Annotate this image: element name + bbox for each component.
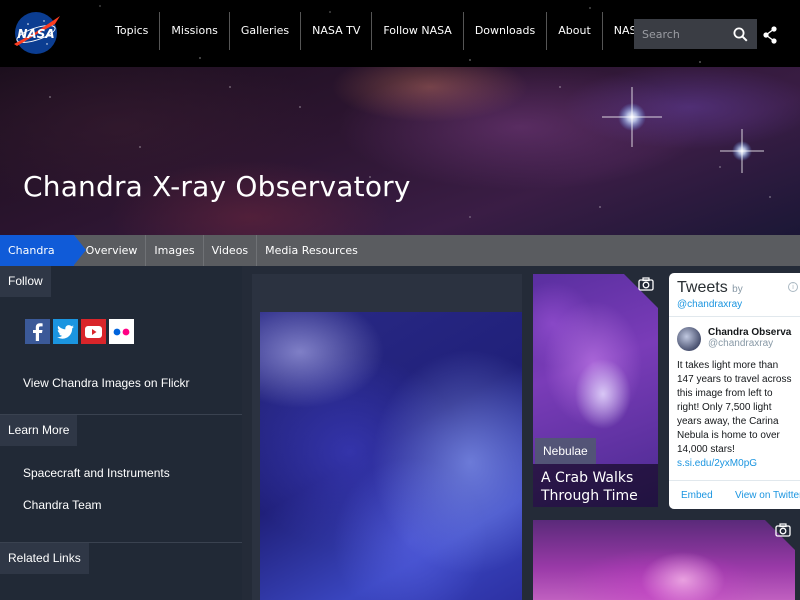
flickr-link[interactable]: View Chandra Images on Flickr	[0, 376, 242, 390]
camera-icon	[775, 523, 791, 537]
camera-icon	[638, 277, 654, 291]
tweet-author-handle[interactable]: @chandraxray	[708, 338, 791, 349]
subnav-videos[interactable]: Videos	[204, 235, 258, 266]
tweets-footer: Embed View on Twitter	[669, 480, 800, 509]
content-grid: Nebulae A Crab Walks Through Time Tweets…	[242, 266, 800, 600]
youtube-icon[interactable]	[81, 319, 106, 344]
twitter-icon[interactable]	[53, 319, 78, 344]
share-icon[interactable]	[762, 25, 778, 45]
tweet-text: It takes light more than 147 years to tr…	[669, 351, 800, 471]
embed-link[interactable]: Embed	[681, 490, 713, 501]
image-card-galaxy[interactable]	[533, 520, 795, 600]
search-input[interactable]	[634, 27, 730, 41]
tweet-link[interactable]: s.si.edu/2yxM0pG	[677, 457, 796, 471]
follow-section: Follow View Chandra Images on Flickr	[0, 266, 242, 415]
flickr-icon[interactable]	[109, 319, 134, 344]
hero-banner: Chandra X-ray Observatory	[0, 67, 800, 235]
star-flare	[720, 129, 764, 173]
subnav-overview[interactable]: Overview	[86, 235, 147, 266]
facebook-icon[interactable]	[25, 319, 50, 344]
search-box	[634, 19, 757, 49]
nav-about[interactable]: About	[547, 12, 603, 50]
subnav-chandra[interactable]: Chandra	[0, 235, 86, 266]
category-tag[interactable]: Nebulae	[535, 438, 596, 464]
info-icon[interactable]: i	[788, 282, 798, 292]
tweet-body: It takes light more than 147 years to tr…	[677, 360, 792, 455]
tweets-handle-link[interactable]: @chandraxray	[677, 299, 792, 310]
learn-more-section: Learn More Spacecraft and Instruments Ch…	[0, 415, 242, 543]
avatar[interactable]	[677, 327, 701, 351]
nasa-logo[interactable]: NASA	[11, 10, 61, 56]
nav-downloads[interactable]: Downloads	[464, 12, 548, 50]
star-flare	[602, 87, 662, 147]
tweet-author[interactable]: Chandra Observa @chandraxray	[669, 317, 800, 351]
nav-missions[interactable]: Missions	[160, 12, 230, 50]
view-on-twitter-link[interactable]: View on Twitter	[735, 490, 800, 501]
tweet-author-name[interactable]: Chandra Observa	[708, 327, 791, 338]
hero-starfield	[0, 67, 800, 235]
learn-more-heading: Learn More	[0, 415, 78, 446]
main-image-card[interactable]	[252, 274, 522, 600]
twitter-timeline: Tweets by @chandraxray i Chandra Observa…	[669, 273, 800, 509]
tweets-header: Tweets by @chandraxray i	[669, 273, 800, 317]
page-title: Chandra X-ray Observatory	[23, 170, 411, 203]
search-icon[interactable]	[730, 24, 750, 44]
spacecraft-link[interactable]: Spacecraft and Instruments	[0, 466, 242, 480]
main-image[interactable]	[260, 312, 522, 600]
follow-heading: Follow	[0, 266, 51, 297]
tweets-by: by	[732, 284, 743, 295]
card-title[interactable]: A Crab Walks Through Time	[533, 464, 658, 507]
svg-text:NASA: NASA	[17, 27, 54, 41]
related-links-heading: Related Links	[0, 543, 89, 574]
main-nav: Topics Missions Galleries NASA TV Follow…	[104, 12, 716, 50]
subnav-links: Overview Images Videos Media Resources	[86, 235, 366, 266]
related-links-section: Related Links	[0, 543, 242, 574]
nav-topics[interactable]: Topics	[104, 12, 161, 50]
social-icons	[0, 297, 242, 344]
subnav-media-resources[interactable]: Media Resources	[257, 235, 366, 266]
sub-nav: Chandra Overview Images Videos Media Res…	[0, 235, 800, 266]
top-nav: NASA Topics Missions Galleries NASA TV F…	[0, 0, 800, 67]
nav-nasa-tv[interactable]: NASA TV	[301, 12, 373, 50]
chandra-team-link[interactable]: Chandra Team	[0, 498, 242, 512]
tweets-title: Tweets	[677, 279, 728, 296]
image-card-crab[interactable]: Nebulae A Crab Walks Through Time	[533, 274, 658, 507]
sidebar: Follow View Chandra Images on Flickr Lea…	[0, 266, 242, 600]
nav-galleries[interactable]: Galleries	[230, 12, 302, 50]
subnav-images[interactable]: Images	[146, 235, 204, 266]
nav-follow-nasa[interactable]: Follow NASA	[372, 12, 464, 50]
